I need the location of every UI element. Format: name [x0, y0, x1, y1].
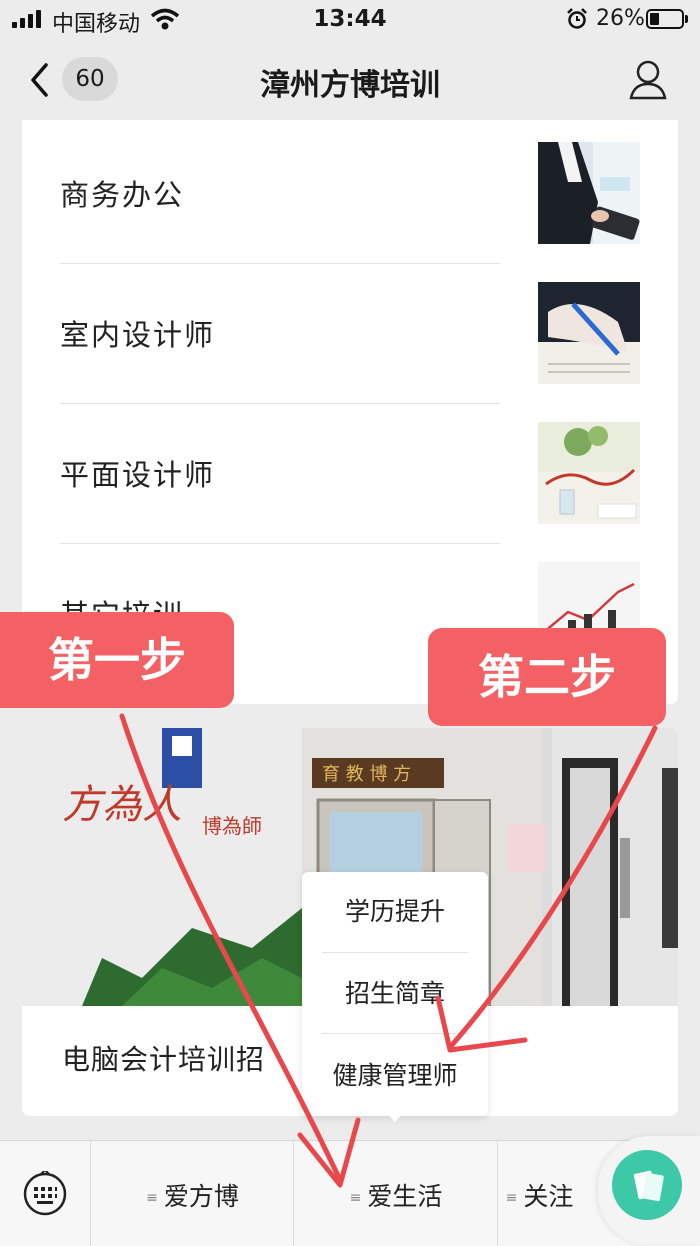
popup-arrow — [386, 1112, 404, 1122]
alarm-icon — [567, 8, 587, 29]
battery-icon — [646, 9, 688, 29]
article-title: 电脑会计培训招 — [62, 1043, 266, 1076]
submenu-indicator-icon: ≡ — [146, 1190, 158, 1206]
graphic-designer-thumbnail — [538, 422, 640, 524]
keyboard-toggle-button[interactable] — [0, 1141, 90, 1246]
submenu-item-health-manager[interactable]: 健康管理师 — [302, 1036, 488, 1116]
page-title: 漳州方博培训 — [260, 68, 440, 103]
menu-item-label: 商务办公 — [60, 178, 185, 212]
submenu-indicator-icon: ≡ — [505, 1190, 518, 1206]
clock-label: 13:44 — [313, 6, 387, 32]
cards-icon — [633, 1170, 664, 1202]
tab-label: 爱方博 — [163, 1182, 239, 1211]
keyboard-icon — [23, 1171, 67, 1216]
submenu-item-degree-upgrade[interactable]: 学历提升 — [302, 872, 488, 952]
submenu-item-admission-brochure[interactable]: 招生简章 — [302, 954, 488, 1034]
tab-ai-fangbo[interactable]: ≡ 爱方博 — [90, 1141, 294, 1246]
tab-label: 关注 — [523, 1182, 574, 1211]
bottom-menu-bar: ≡ 爱方博 ≡ 爱生活 ≡ 关注 — [0, 1140, 700, 1246]
status-bar: 中国移动 13:44 26% — [0, 0, 700, 40]
menu-item-business-office[interactable]: 商务办公 — [22, 120, 678, 264]
tab-ai-shenghuo[interactable]: ≡ 爱生活 — [293, 1141, 498, 1246]
menu-item-interior-designer[interactable]: 室内设计师 — [22, 260, 678, 404]
tab-label: 爱生活 — [367, 1182, 443, 1211]
menu-item-label: 室内设计师 — [60, 318, 216, 352]
menu-item-graphic-designer[interactable]: 平面设计师 — [22, 400, 678, 544]
submenu-indicator-icon: ≡ — [349, 1190, 362, 1206]
profile-icon[interactable] — [628, 58, 668, 100]
business-office-thumbnail — [538, 142, 640, 244]
step-one-label: 第一步 — [0, 612, 234, 708]
nav-bar: 60 漳州方博培训 — [0, 40, 700, 120]
svg-text:博為師: 博為師 — [202, 814, 262, 838]
submenu-divider — [322, 952, 468, 953]
interior-designer-thumbnail — [538, 282, 640, 384]
battery-percent: 26% — [596, 6, 645, 31]
menu-item-label: 平面设计师 — [60, 458, 216, 492]
step-two-label: 第二步 — [428, 628, 666, 726]
submenu-divider — [322, 1033, 468, 1034]
floating-action-button[interactable] — [598, 1136, 700, 1245]
svg-text:育 教 博 方: 育 教 博 方 — [322, 764, 411, 785]
submenu-popup: 学历提升 招生简章 健康管理师 — [302, 872, 488, 1116]
svg-text:方為人: 方為人 — [62, 782, 182, 828]
